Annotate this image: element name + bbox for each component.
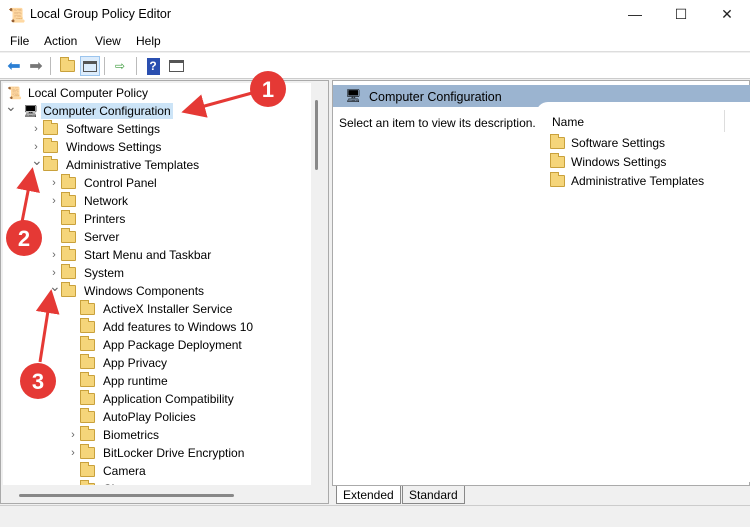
annotation-label-1: 1	[262, 77, 274, 102]
annotation-layer: 1 2 3	[6, 71, 286, 399]
annotation-arrow-1	[181, 91, 253, 118]
annotation-arrow-2	[16, 167, 40, 223]
annotation-arrow-3	[35, 289, 60, 363]
annotation-label-2: 2	[18, 226, 30, 251]
annotation-label-3: 3	[32, 369, 44, 394]
